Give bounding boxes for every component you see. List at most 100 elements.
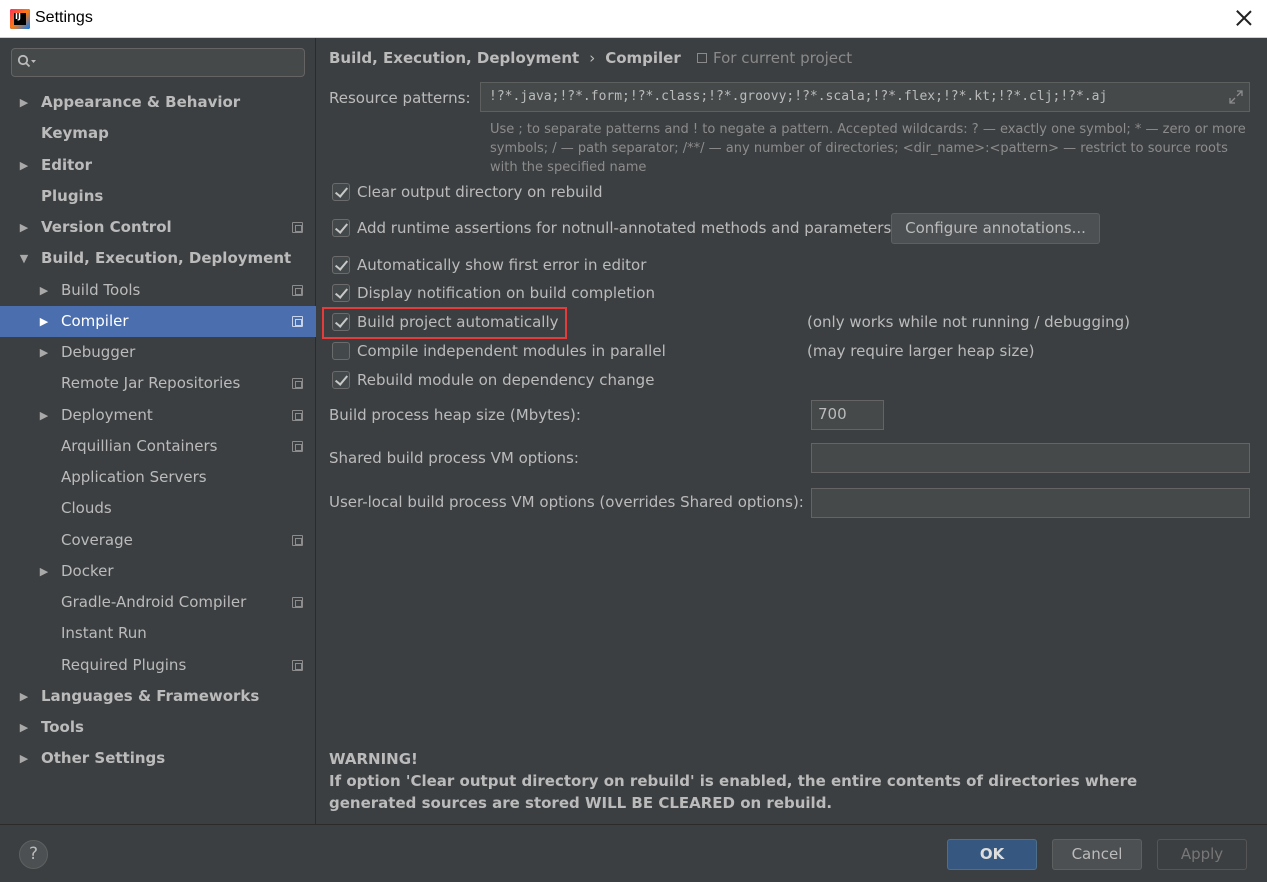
breadcrumb-parent: Build, Execution, Deployment <box>329 49 580 67</box>
sidebar-item-arquillian-containers[interactable]: Arquillian Containers <box>0 431 316 462</box>
sidebar-item-label: Remote Jar Repositories <box>61 374 241 393</box>
project-level-icon <box>292 222 303 233</box>
checkbox-clear-output-directory-on-rebuild[interactable] <box>332 183 350 201</box>
configure-annotations-button[interactable]: Configure annotations... <box>891 213 1100 244</box>
collapsed-arrow-icon[interactable]: ▶ <box>38 275 50 306</box>
sidebar-item-label: Compiler <box>61 311 129 330</box>
dialog-footer: ? OK Cancel Apply <box>0 824 1267 882</box>
checkbox-display-notification-on-build-completion[interactable] <box>332 284 350 302</box>
resource-patterns-label: Resource patterns: <box>329 89 471 107</box>
sidebar-item-keymap[interactable]: Keymap <box>0 118 316 149</box>
collapsed-arrow-icon[interactable]: ▶ <box>18 212 30 243</box>
resource-patterns-input[interactable]: !?*.java;!?*.form;!?*.class;!?*.groovy;!… <box>480 82 1250 112</box>
sidebar-item-build-execution-deployment[interactable]: ▼ Build, Execution, Deployment <box>0 243 316 274</box>
collapsed-arrow-icon[interactable]: ▶ <box>18 712 30 743</box>
settings-search-input[interactable] <box>11 48 305 77</box>
search-icon[interactable] <box>17 54 37 70</box>
sidebar-item-label: Build Tools <box>61 280 141 299</box>
option-label: Compile independent modules in parallel <box>357 342 666 360</box>
sidebar-item-label: Other Settings <box>41 749 166 768</box>
apply-button[interactable]: Apply <box>1157 839 1247 870</box>
collapsed-arrow-icon[interactable]: ▶ <box>18 87 30 118</box>
user-vm-options-label: User-local build process VM options (ove… <box>329 493 804 511</box>
resource-patterns-hint: Use ; to separate patterns and ! to nega… <box>490 122 1246 175</box>
sidebar-item-label: Tools <box>41 718 84 736</box>
collapsed-arrow-icon[interactable]: ▶ <box>38 337 50 368</box>
project-level-icon <box>292 378 303 390</box>
checkbox-rebuild-module-on-dependency-change[interactable] <box>332 371 350 389</box>
project-level-icon <box>292 440 303 452</box>
sidebar-item-label: Debugger <box>61 343 136 361</box>
warning-message: WARNING! If option 'Clear output directo… <box>329 748 1229 814</box>
option-label: Add runtime assertions for notnull-annot… <box>357 219 892 237</box>
collapsed-arrow-icon[interactable]: ▶ <box>38 400 50 431</box>
warning-text: If option 'Clear output directory on reb… <box>329 772 1138 812</box>
sidebar-item-required-plugins[interactable]: Required Plugins <box>0 650 316 681</box>
compiler-settings-panel: Build, Execution, Deployment › Compiler Fo… <box>317 38 1267 824</box>
sidebar-item-label: Application Servers <box>61 468 207 486</box>
sidebar-item-appearance-behavior[interactable]: ▶ Appearance & Behavior <box>0 87 316 118</box>
user-vm-options-input[interactable] <box>811 488 1250 518</box>
sidebar-item-other-settings[interactable]: ▶ Other Settings <box>0 743 316 774</box>
sidebar-item-label: Plugins <box>41 186 104 205</box>
option-label: Rebuild module on dependency change <box>357 371 655 389</box>
sidebar-item-label: Version Control <box>41 218 172 236</box>
option-note: (only works while not running / debuggin… <box>807 313 1131 331</box>
ok-button[interactable]: OK <box>947 839 1037 870</box>
window-title: Settings <box>35 9 93 26</box>
cancel-button[interactable]: Cancel <box>1052 839 1142 870</box>
sidebar-item-label: Instant Run <box>61 624 147 643</box>
sidebar-item-tools[interactable]: ▶ Tools <box>0 712 316 743</box>
title-bar: IJ Settings <box>0 0 1267 38</box>
sidebar-item-languages-frameworks[interactable]: ▶ Languages & Frameworks <box>0 681 316 712</box>
breadcrumb-current: Compiler <box>605 49 681 67</box>
sidebar-item-compiler[interactable]: ▶ Compiler <box>0 305 316 337</box>
scope-label: For current project <box>713 49 853 67</box>
sidebar-item-gradle-android-compiler[interactable]: Gradle-Android Compiler <box>0 587 316 618</box>
project-scope-icon <box>697 53 707 63</box>
sidebar-item-label: Keymap <box>41 124 109 143</box>
checkbox-compile-independent-modules-in-parallel[interactable] <box>332 342 350 360</box>
sidebar-item-instant-run[interactable]: Instant Run <box>0 618 316 649</box>
sidebar-item-label: Arquillian Containers <box>61 436 218 455</box>
sidebar-item-remote-jar-repositories[interactable]: Remote Jar Repositories <box>0 368 316 399</box>
red-highlight-box <box>322 307 567 339</box>
sidebar-item-plugins[interactable]: Plugins <box>0 181 316 212</box>
expand-icon[interactable] <box>1229 90 1243 104</box>
collapsed-arrow-icon[interactable]: ▶ <box>18 681 30 712</box>
sidebar-item-version-control[interactable]: ▶ Version Control <box>0 212 316 243</box>
settings-tree: ▶ Appearance & Behavior Keymap ▶ Editor Plugi… <box>0 87 316 775</box>
collapsed-arrow-icon[interactable]: ▶ <box>18 150 30 181</box>
sidebar-item-label: Coverage <box>61 530 133 549</box>
breadcrumb-separator: › <box>589 49 596 67</box>
sidebar-item-label: Required Plugins <box>61 655 187 674</box>
sidebar-item-debugger[interactable]: ▶ Debugger <box>0 337 316 368</box>
sidebar-item-editor[interactable]: ▶ Editor <box>0 150 316 181</box>
expanded-arrow-icon[interactable]: ▼ <box>18 243 30 274</box>
collapsed-arrow-icon[interactable]: ▶ <box>38 306 50 337</box>
settings-sidebar: ▶ Appearance & Behavior Keymap ▶ Editor Plugi… <box>0 38 316 824</box>
option-note: (may require larger heap size) <box>807 342 1035 360</box>
sidebar-item-coverage[interactable]: Coverage <box>0 525 316 556</box>
sidebar-item-build-tools[interactable]: ▶ Build Tools <box>0 275 316 306</box>
sidebar-item-clouds[interactable]: Clouds <box>0 493 316 524</box>
help-button[interactable]: ? <box>19 840 48 869</box>
checkbox-add-runtime-assertions-for-notnull-annotated-methods-and-parameters[interactable] <box>332 219 350 237</box>
sidebar-item-label: Build, Execution, Deployment <box>41 249 292 268</box>
option-label: Clear output directory on rebuild <box>357 183 603 201</box>
sidebar-item-label: Clouds <box>61 499 112 518</box>
project-level-icon <box>292 534 303 546</box>
sidebar-item-application-servers[interactable]: Application Servers <box>0 462 316 493</box>
sidebar-item-deployment[interactable]: ▶ Deployment <box>0 400 316 431</box>
collapsed-arrow-icon[interactable]: ▶ <box>18 743 30 774</box>
close-icon[interactable] <box>1233 7 1255 29</box>
sidebar-item-docker[interactable]: ▶ Docker <box>0 556 316 587</box>
shared-vm-options-input[interactable] <box>811 443 1250 473</box>
checkbox-automatically-show-first-error-in-editor[interactable] <box>332 256 350 274</box>
collapsed-arrow-icon[interactable]: ▶ <box>38 556 50 587</box>
sidebar-item-label: Deployment <box>61 405 153 424</box>
heap-size-input[interactable]: 700 <box>811 400 884 430</box>
project-level-icon <box>292 409 303 421</box>
sidebar-item-label: Appearance & Behavior <box>41 93 241 111</box>
sidebar-item-label: Editor <box>41 155 92 174</box>
